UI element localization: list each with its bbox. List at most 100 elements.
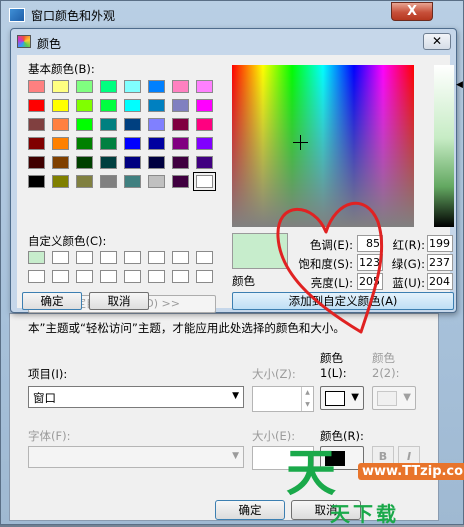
luminance-slider[interactable] (434, 65, 454, 227)
appearance-title: 窗口颜色和外观 (31, 9, 116, 23)
custom-color-swatch[interactable] (76, 251, 93, 264)
chevron-down-icon: ▼ (232, 391, 239, 401)
saturation-input[interactable]: 123 (357, 254, 383, 271)
basic-color-swatch[interactable] (172, 137, 189, 150)
custom-color-swatch[interactable] (124, 270, 141, 283)
basic-color-swatch[interactable] (124, 99, 141, 112)
basic-color-swatch[interactable] (148, 99, 165, 112)
basic-color-swatch[interactable] (100, 137, 117, 150)
basic-color-swatch[interactable] (172, 156, 189, 169)
basic-color-swatch[interactable] (100, 156, 117, 169)
basic-color-swatch[interactable] (28, 80, 45, 93)
custom-color-swatch[interactable] (100, 270, 117, 283)
basic-color-swatch[interactable] (172, 175, 189, 188)
basic-color-swatch[interactable] (76, 156, 93, 169)
item-select-value: 窗口 (33, 391, 56, 405)
basic-color-swatch[interactable] (52, 99, 69, 112)
basic-color-swatch[interactable] (28, 99, 45, 112)
basic-color-swatch[interactable] (100, 175, 117, 188)
basic-color-swatch[interactable] (148, 175, 165, 188)
custom-color-swatch[interactable] (76, 270, 93, 283)
blue-input[interactable]: 204 (427, 273, 453, 290)
chevron-down-icon: ▼ (403, 392, 411, 403)
watermark-text: 天下载 (330, 502, 399, 526)
basic-color-swatch[interactable] (196, 99, 213, 112)
custom-colors-label: 自定义颜色(C): (28, 234, 107, 248)
custom-color-swatch[interactable] (28, 251, 45, 264)
basic-color-swatch[interactable] (172, 99, 189, 112)
green-input[interactable]: 237 (427, 254, 453, 271)
slider-arrow-icon[interactable]: ◀ (456, 80, 463, 90)
basic-color-swatch[interactable] (28, 137, 45, 150)
dialog-cancel-button[interactable]: 取消 (89, 292, 149, 310)
luminance-input[interactable]: 205 (357, 273, 383, 290)
basic-color-swatch[interactable] (76, 80, 93, 93)
basic-color-swatch[interactable] (28, 175, 45, 188)
basic-color-swatch[interactable] (76, 137, 93, 150)
preview-label: 颜色 (232, 274, 255, 288)
color1-dropdown[interactable]: ▼ (320, 386, 364, 410)
basic-color-swatch[interactable] (52, 118, 69, 131)
basic-color-swatch[interactable] (124, 118, 141, 131)
appearance-close-button[interactable]: X (391, 2, 433, 21)
basic-color-swatch[interactable] (148, 80, 165, 93)
custom-color-swatch[interactable] (196, 270, 213, 283)
basic-color-swatch[interactable] (196, 137, 213, 150)
blue-label: 蓝(U): (392, 276, 425, 290)
basic-color-swatch[interactable] (193, 172, 216, 191)
red-input[interactable]: 199 (427, 235, 453, 252)
hue-input[interactable]: 85 (357, 235, 383, 252)
font-color-label: 颜色(R): (320, 429, 364, 443)
custom-color-swatch[interactable] (100, 251, 117, 264)
basic-color-swatch[interactable] (76, 99, 93, 112)
basic-color-swatch[interactable] (28, 156, 45, 169)
dialog-ok-button[interactable]: 确定 (22, 292, 82, 310)
basic-color-swatch[interactable] (52, 156, 69, 169)
add-to-custom-colors-button[interactable]: 添加到自定义颜色(A) (232, 292, 454, 310)
basic-color-swatch[interactable] (124, 137, 141, 150)
custom-color-swatch[interactable] (172, 251, 189, 264)
basic-color-swatch[interactable] (100, 80, 117, 93)
font-select[interactable]: ▼ (28, 446, 244, 468)
basic-color-swatch[interactable] (196, 80, 213, 93)
basic-color-swatch[interactable] (148, 137, 165, 150)
basic-color-swatch[interactable] (124, 156, 141, 169)
custom-color-swatch[interactable] (172, 270, 189, 283)
basic-color-swatch[interactable] (196, 156, 213, 169)
basic-color-swatch[interactable] (124, 80, 141, 93)
basic-color-swatch[interactable] (100, 99, 117, 112)
font-size-label: 大小(E): (252, 429, 296, 443)
basic-color-swatch[interactable] (124, 175, 141, 188)
basic-color-swatch[interactable] (76, 175, 93, 188)
dialog-close-button[interactable]: ✕ (423, 33, 451, 50)
spin-arrows[interactable]: ▲ ▼ (301, 387, 313, 411)
appearance-ok-button[interactable]: 确定 (215, 500, 285, 520)
basic-color-swatch[interactable] (196, 118, 213, 131)
basic-color-swatch[interactable] (100, 118, 117, 131)
custom-color-swatch[interactable] (196, 251, 213, 264)
watermark-url: www.TTzip.com (358, 463, 464, 480)
saturation-label: 饱和度(S): (298, 257, 353, 271)
custom-color-swatch[interactable] (124, 251, 141, 264)
basic-color-swatch[interactable] (52, 137, 69, 150)
size-spinner[interactable]: ▲ ▼ (252, 386, 314, 412)
custom-color-swatch[interactable] (52, 251, 69, 264)
custom-color-swatch[interactable] (148, 251, 165, 264)
custom-color-swatch[interactable] (52, 270, 69, 283)
custom-color-swatch[interactable] (148, 270, 165, 283)
color1-label: 颜色1(L): (320, 351, 347, 380)
basic-color-swatch[interactable] (148, 118, 165, 131)
item-select[interactable]: 窗口 ▼ (28, 386, 244, 408)
color-dialog-titlebar: 颜色 ✕ (11, 29, 456, 55)
basic-color-swatch[interactable] (148, 156, 165, 169)
color-spectrum[interactable] (232, 65, 414, 227)
basic-color-swatch[interactable] (28, 118, 45, 131)
basic-color-swatch[interactable] (172, 118, 189, 131)
basic-color-swatch[interactable] (172, 80, 189, 93)
basic-color-swatch[interactable] (76, 118, 93, 131)
basic-color-swatch[interactable] (52, 80, 69, 93)
basic-color-swatch[interactable] (52, 175, 69, 188)
crosshair-icon[interactable] (293, 135, 308, 150)
custom-color-swatch[interactable] (28, 270, 45, 283)
color2-dropdown[interactable]: ▼ (372, 386, 416, 410)
